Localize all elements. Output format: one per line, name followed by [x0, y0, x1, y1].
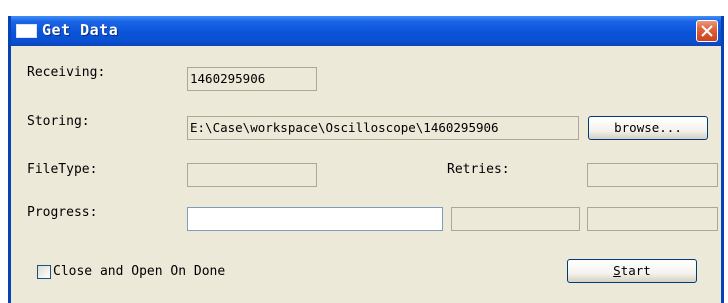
window-icon: [16, 24, 37, 38]
close-button[interactable]: [696, 20, 718, 42]
start-button-label: tart: [620, 263, 651, 278]
storing-label: Storing:: [27, 114, 90, 129]
background-page-strip: [0, 0, 728, 16]
progress-bar: [187, 207, 443, 231]
browse-button[interactable]: browse...: [588, 116, 708, 140]
get-data-dialog: Get Data Receiving: 1460295906 Storing: …: [8, 16, 724, 303]
retries-field: [587, 163, 718, 187]
close-open-on-done-checkbox[interactable]: [37, 265, 51, 279]
close-icon: [701, 25, 713, 37]
close-open-on-done-label[interactable]: Close and Open On Done: [53, 264, 225, 279]
start-button-accesskey: S: [613, 263, 621, 278]
retries-label: Retries:: [447, 162, 510, 177]
window-title: Get Data: [42, 21, 119, 39]
filetype-field: [187, 163, 317, 187]
receiving-field: 1460295906: [187, 67, 317, 91]
storing-path-field: E:\Case\workspace\Oscilloscope\146029590…: [187, 116, 579, 140]
receiving-label: Receiving:: [27, 65, 106, 80]
title-bar[interactable]: Get Data: [11, 16, 721, 46]
progress-label: Progress:: [27, 205, 98, 220]
progress-info-field-2: [587, 207, 718, 231]
filetype-label: FileType:: [27, 162, 98, 177]
start-button[interactable]: Start: [567, 259, 697, 283]
progress-info-field-1: [451, 207, 580, 231]
